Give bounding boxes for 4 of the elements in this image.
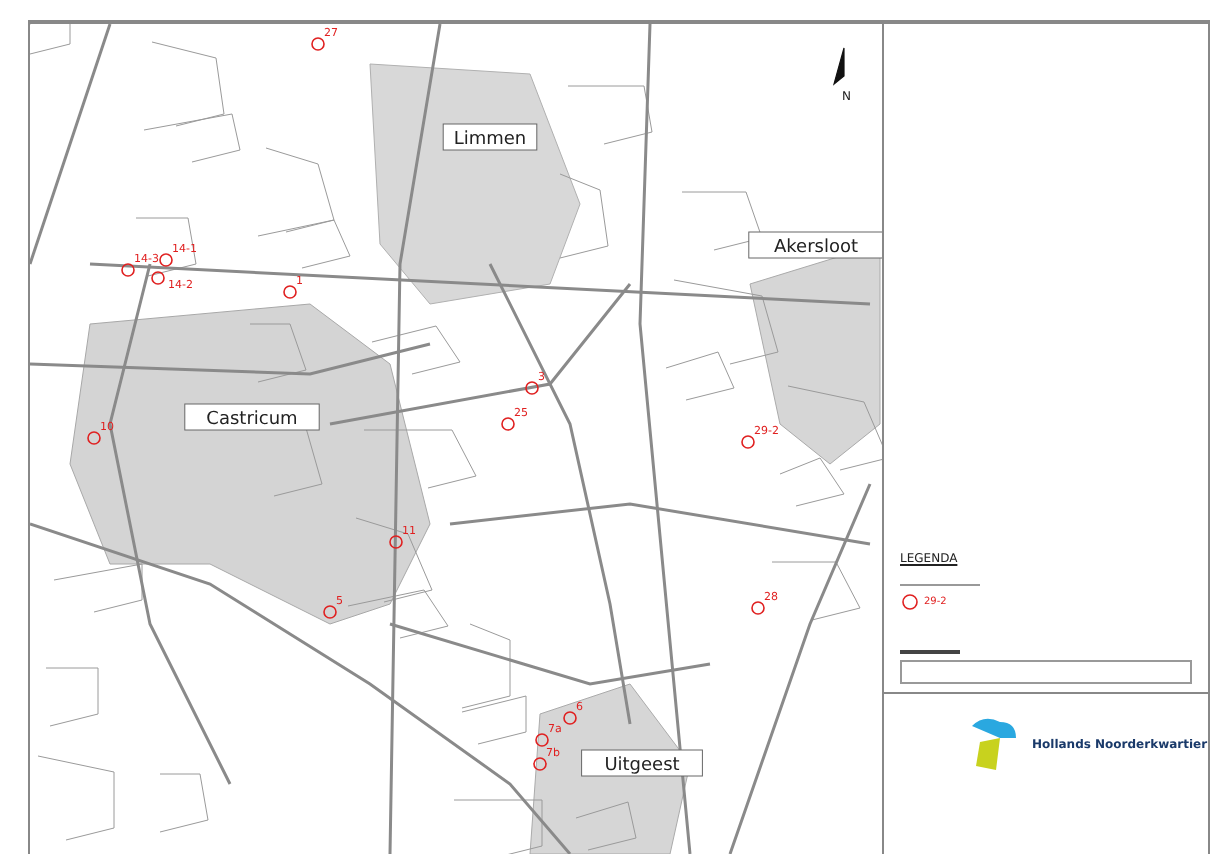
- place-label: Uitgeest: [581, 749, 703, 777]
- place-label: Limmen: [442, 123, 538, 151]
- place-label: Castricum: [184, 403, 320, 431]
- place-label: Akersloot: [748, 231, 882, 259]
